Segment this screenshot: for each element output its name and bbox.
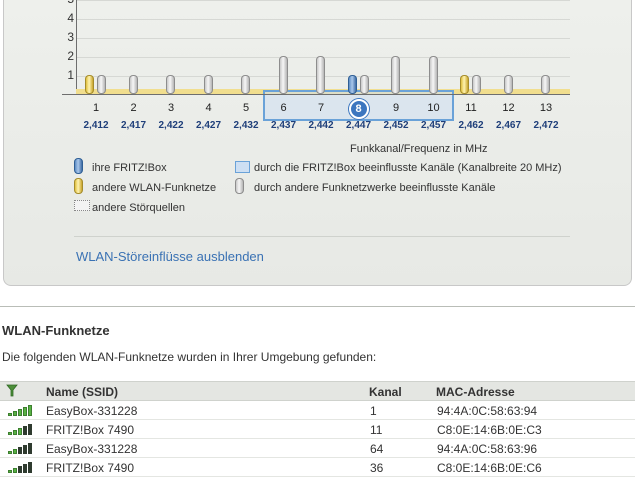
network-channel: 11 (370, 423, 383, 437)
channel-10-gray-bar (428, 56, 438, 94)
channel-label: 2 (130, 102, 137, 114)
legend-wlan: andere WLAN-Funknetze (92, 182, 217, 194)
table-row[interactable]: FRITZ!Box 7490 36 C8:0E:14:6B:0E:C6 (0, 458, 635, 477)
own-fritzbox-legend-icon (74, 158, 83, 174)
other-wlan-legend-icon (74, 178, 83, 194)
signal-filter-icon[interactable] (6, 384, 18, 397)
divider (74, 236, 570, 237)
frequency-label: 2,447 (345, 120, 372, 131)
channel-9-gray-bar (391, 56, 400, 94)
network-channel: 36 (370, 461, 384, 475)
legend-affected-own: durch die FRITZ!Box beeinflusste Kanäle … (254, 162, 562, 174)
channel-label: 3 (167, 102, 175, 114)
network-mac: 94:4A:0C:58:63:94 (437, 404, 538, 418)
channel-2-gray-bar (128, 75, 138, 94)
y-tick-label: 4 (67, 11, 74, 25)
y-tick-label: 1 (67, 68, 74, 82)
channel-1-yellow-bar (85, 75, 94, 94)
frequency-label: 2,417 (120, 120, 147, 131)
other-affected-legend-icon (235, 178, 244, 194)
channel-label: 8 (348, 99, 369, 119)
channel-5-gray-bar (241, 75, 250, 94)
channel-label: 5 (242, 102, 250, 114)
y-tick-label: 2 (67, 49, 74, 63)
x-axis-title: Funkkanal/Frequenz in MHz (350, 143, 488, 155)
network-channel: 64 (370, 442, 384, 456)
channel-8-gray-bar (359, 75, 369, 94)
gridline (76, 19, 570, 20)
channel-label: 10 (427, 102, 440, 114)
frequency-label: 2,457 (420, 120, 447, 131)
affected-channels-legend-icon (235, 161, 250, 173)
legend-interference: andere Störquellen (92, 202, 185, 214)
signal-strength-icon (8, 424, 34, 435)
section-title: WLAN-Funknetze (2, 323, 110, 338)
channel-label: 11 (465, 102, 477, 114)
frequency-label: 2,452 (383, 120, 409, 131)
channel-label: 7 (317, 102, 325, 114)
frequency-label: 2,412 (83, 120, 109, 131)
channel-label: 1 (92, 102, 100, 114)
column-header-mac[interactable]: MAC-Adresse (436, 385, 515, 399)
channel-3-gray-bar (166, 75, 175, 94)
network-name: FRITZ!Box 7490 (46, 461, 135, 475)
frequency-label: 2,472 (533, 120, 559, 131)
signal-strength-icon (8, 462, 34, 473)
y-axis (76, 0, 77, 95)
y-tick-label: 3 (67, 30, 74, 44)
interference-legend-icon (74, 200, 90, 211)
gridline (76, 0, 570, 1)
frequency-label: 2,467 (495, 120, 522, 131)
table-header: Name (SSID) Kanal MAC-Adresse (0, 381, 635, 401)
channel-8-blue-bar (347, 75, 357, 94)
y-tick-label: 5 (66, 0, 74, 6)
channel-6-gray-bar (278, 56, 288, 94)
network-channel: 1 (370, 404, 377, 418)
channel-label: 12 (502, 102, 515, 114)
signal-strength-icon (8, 443, 34, 454)
signal-strength-icon (8, 405, 34, 416)
section-description: Die folgenden WLAN-Funknetze wurden in I… (2, 350, 377, 364)
frequency-label: 2,462 (458, 120, 484, 131)
channel-13-gray-bar (541, 75, 550, 94)
channel-label: 9 (392, 102, 400, 114)
channel-4-gray-bar (203, 75, 213, 94)
x-axis (62, 94, 570, 95)
gridline (76, 38, 570, 39)
frequency-label: 2,437 (270, 120, 297, 131)
table-body: EasyBox-331228 1 94:4A:0C:58:63:94 FRITZ!Bo… (0, 401, 635, 477)
column-header-channel[interactable]: Kanal (369, 385, 402, 399)
legend-affected-other: durch andere Funknetzwerke beeinflusste … (254, 182, 496, 194)
channel-12-gray-bar (503, 75, 513, 94)
frequency-label: 2,427 (195, 120, 222, 131)
section-divider (0, 306, 635, 307)
network-name: EasyBox-331228 (46, 404, 138, 418)
channel-label: 13 (539, 102, 553, 114)
table-row[interactable]: EasyBox-331228 64 94:4A:0C:58:63:96 (0, 439, 635, 458)
table-row[interactable]: EasyBox-331228 1 94:4A:0C:58:63:94 (0, 401, 635, 420)
channel-11-gray-bar (472, 75, 481, 94)
wlan-networks-table: Name (SSID) Kanal MAC-Adresse EasyBox-33… (0, 381, 635, 477)
network-mac: C8:0E:14:6B:0E:C3 (437, 423, 542, 437)
column-header-name[interactable]: Name (SSID) (46, 385, 118, 399)
channel-7-gray-bar (316, 56, 325, 94)
channel-label: 6 (280, 102, 287, 114)
network-mac: 94:4A:0C:58:63:96 (437, 442, 538, 456)
channel-1-gray-bar (97, 75, 106, 94)
channel-11-yellow-bar (460, 75, 469, 94)
network-mac: C8:0E:14:6B:0E:C6 (437, 461, 542, 475)
legend-own: ihre FRITZ!Box (92, 162, 167, 174)
hide-interference-link[interactable]: WLAN-Störeinflüsse ausblenden (76, 249, 264, 264)
frequency-label: 2,442 (308, 120, 334, 131)
network-name: EasyBox-331228 (46, 442, 138, 456)
frequency-label: 2,432 (233, 120, 259, 131)
wlan-interference-panel: 54321 12345678910111213 2,4122,4172,4222… (3, 0, 632, 286)
channel-label: 4 (205, 102, 212, 114)
frequency-label: 2,422 (158, 120, 184, 131)
table-row[interactable]: FRITZ!Box 7490 11 C8:0E:14:6B:0E:C3 (0, 420, 635, 439)
network-name: FRITZ!Box 7490 (46, 423, 135, 437)
